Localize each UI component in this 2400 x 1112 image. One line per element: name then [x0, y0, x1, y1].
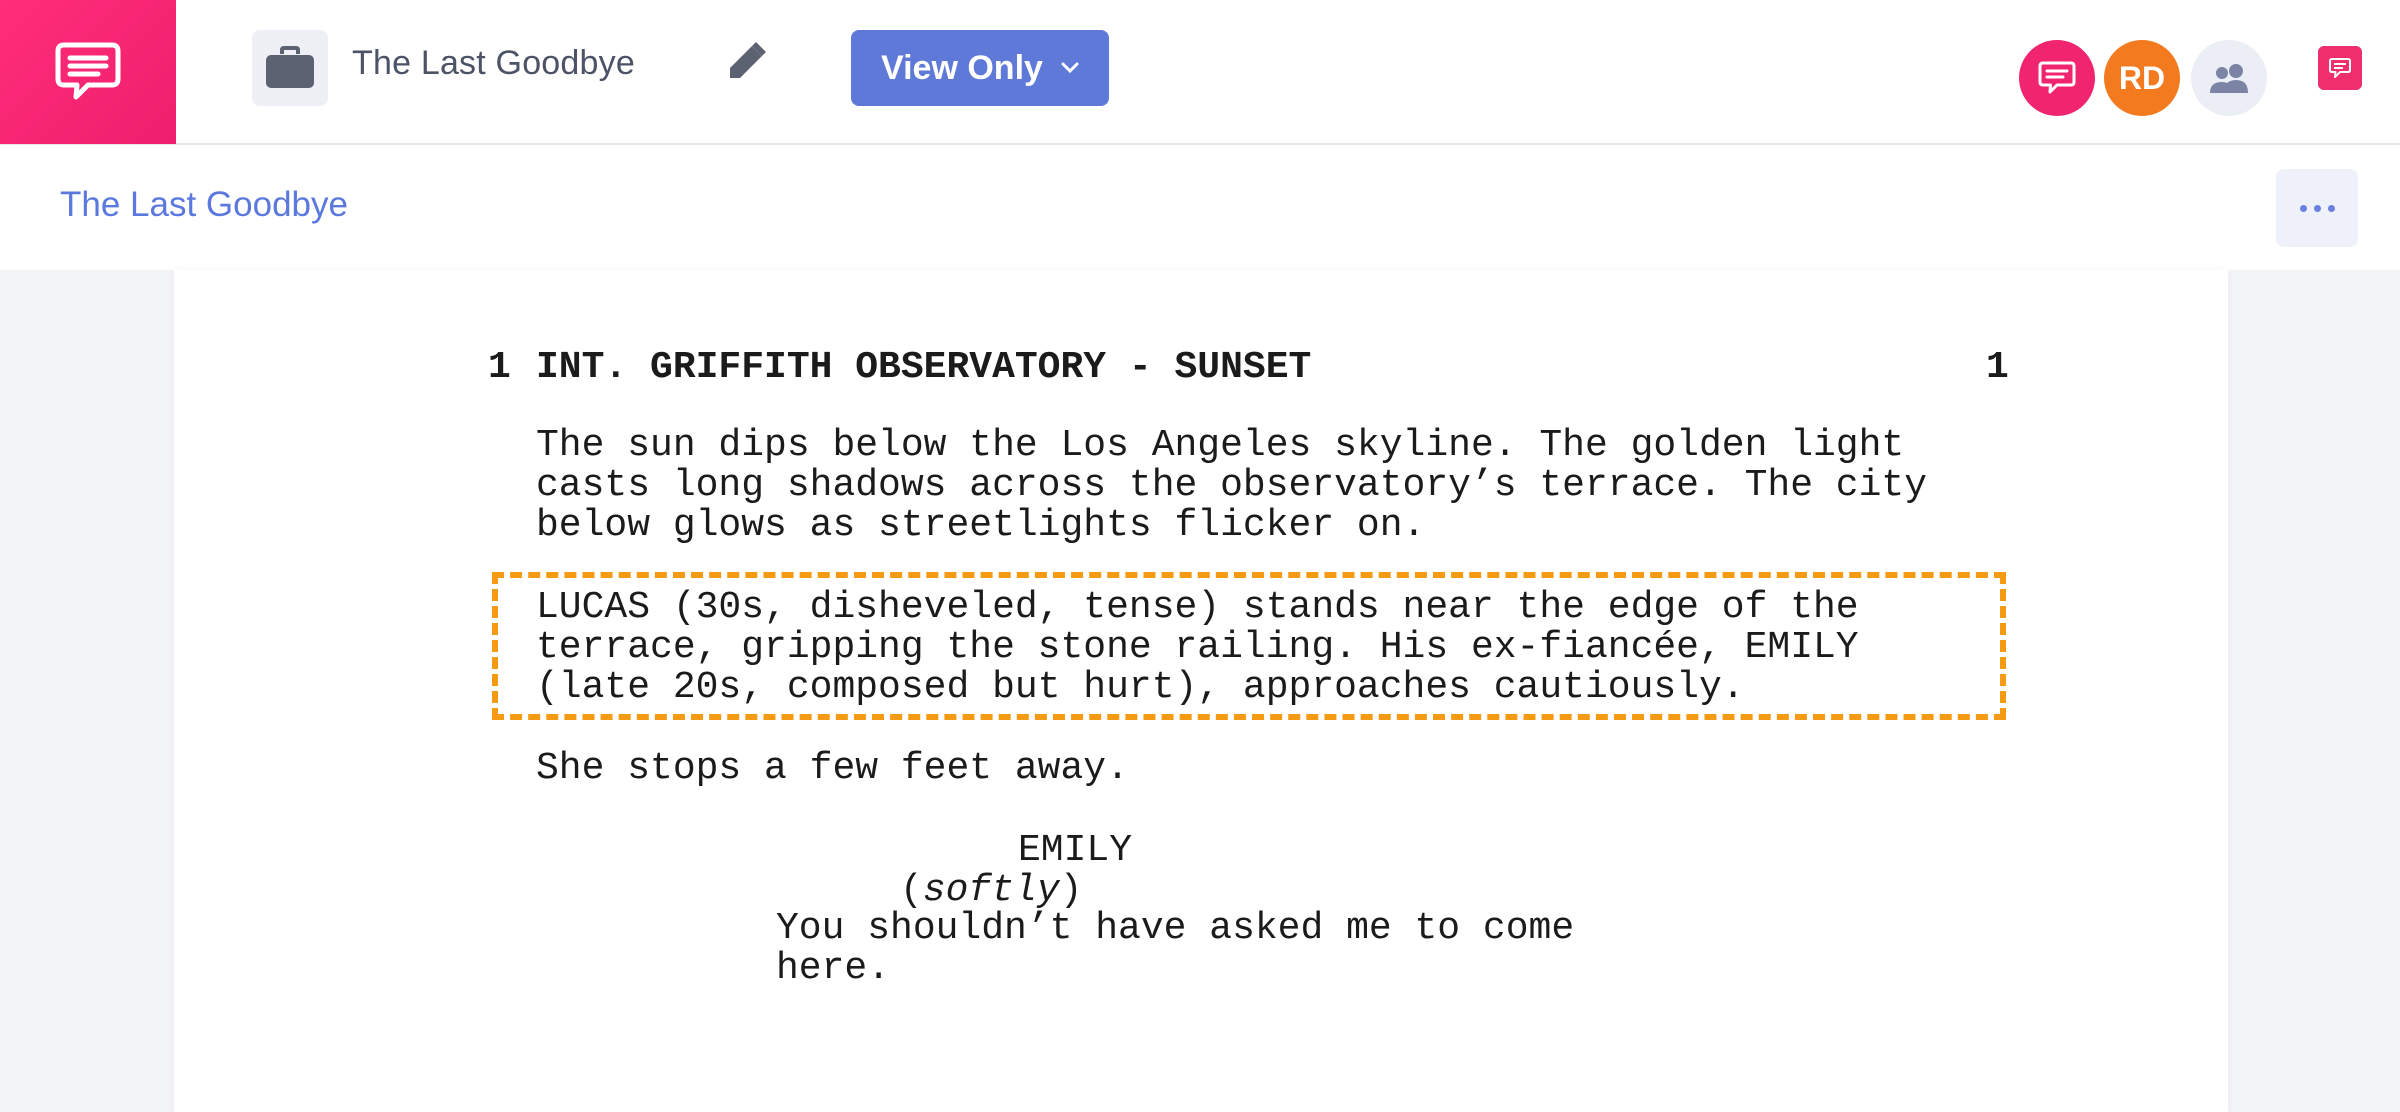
chat-bubble-logo-icon [55, 42, 121, 100]
project-title: The Last Goodbye [352, 44, 635, 82]
parenthetical-text: softly [922, 869, 1060, 912]
chat-avatar[interactable] [2019, 40, 2095, 116]
chevron-down-icon [1061, 62, 1079, 74]
team-icon [2210, 64, 2248, 93]
user-avatar-rd[interactable]: RD [2104, 40, 2180, 116]
edit-title-button[interactable] [722, 38, 770, 86]
scene-number-left: 1 [488, 346, 511, 389]
view-mode-label: View Only [881, 48, 1043, 87]
comment-icon [2329, 58, 2351, 78]
pencil-icon [730, 42, 766, 78]
action-paragraph-highlighted[interactable]: LUCAS (30s, disheveled, tense) stands ne… [536, 588, 2016, 708]
briefcase-icon [266, 46, 314, 88]
parenthetical[interactable]: (softly) [900, 869, 1082, 912]
more-horizontal-icon [2299, 204, 2335, 212]
team-avatar[interactable] [2191, 40, 2267, 116]
breadcrumb[interactable]: The Last Goodbye [60, 185, 348, 225]
action-paragraph[interactable]: The sun dips below the Los Angeles skyli… [536, 426, 2016, 546]
action-paragraph[interactable]: She stops a few feet away. [536, 749, 2016, 789]
character-name[interactable]: EMILY [1018, 829, 1132, 872]
chat-icon [2038, 61, 2076, 94]
dialogue[interactable]: You shouldn’t have asked me to come here… [776, 909, 1574, 989]
sub-header: The Last Goodbye [0, 145, 2400, 270]
brand-logo[interactable] [0, 0, 176, 144]
comments-button[interactable] [2318, 46, 2362, 90]
scene-number-right: 1 [1986, 346, 2009, 389]
project-icon[interactable] [252, 30, 328, 106]
scene-heading[interactable]: INT. GRIFFITH OBSERVATORY - SUNSET [536, 346, 1311, 389]
more-options-button[interactable] [2276, 169, 2358, 247]
view-mode-dropdown[interactable]: View Only [851, 30, 1109, 106]
top-bar: The Last Goodbye View Only RD [0, 0, 2400, 145]
